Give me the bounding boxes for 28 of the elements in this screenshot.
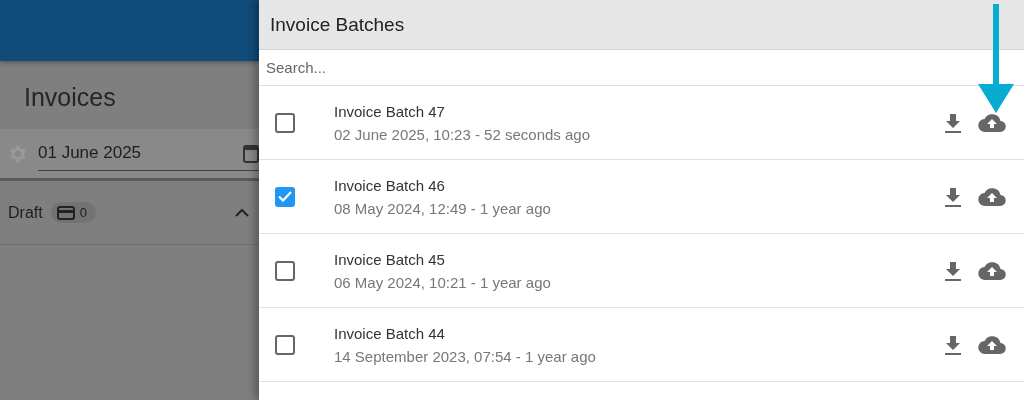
download-button[interactable] [944, 186, 962, 207]
card-icon [56, 205, 75, 220]
download-button[interactable] [944, 334, 962, 355]
section-label: Draft [8, 203, 43, 222]
upload-button[interactable] [978, 334, 1006, 355]
batch-name: Invoice Batch 44 [334, 324, 446, 342]
calendar-icon[interactable] [243, 143, 259, 163]
batch-name: Invoice Batch 45 [334, 250, 446, 268]
batch-name: Invoice Batch 46 [334, 176, 446, 194]
upload-button[interactable] [978, 260, 1006, 281]
drawer-title: Invoice Batches [270, 13, 405, 36]
download-button[interactable] [944, 260, 962, 281]
download-button[interactable] [944, 112, 962, 133]
checkbox[interactable] [275, 112, 295, 133]
batch-date: 06 May 2024, 10:21 - 1 year ago [334, 273, 552, 291]
checkbox[interactable] [275, 186, 295, 207]
page-title: Invoices [24, 83, 116, 111]
chevron-up-icon[interactable] [235, 208, 249, 217]
upload-button[interactable] [978, 186, 1006, 207]
checkbox[interactable] [275, 260, 295, 281]
batch-date: 08 May 2024, 12:49 - 1 year ago [334, 199, 552, 217]
count-chip: 0 [50, 202, 96, 223]
batch-date: 14 September 2023, 07:54 - 1 year ago [334, 347, 597, 365]
search-field[interactable]: Search... [259, 49, 1024, 86]
checkbox[interactable] [275, 334, 295, 355]
batch-name: Invoice Batch 47 [334, 102, 446, 120]
upload-button[interactable] [978, 112, 1006, 133]
batch-date: 02 June 2025, 10:23 - 52 seconds ago [334, 125, 592, 143]
